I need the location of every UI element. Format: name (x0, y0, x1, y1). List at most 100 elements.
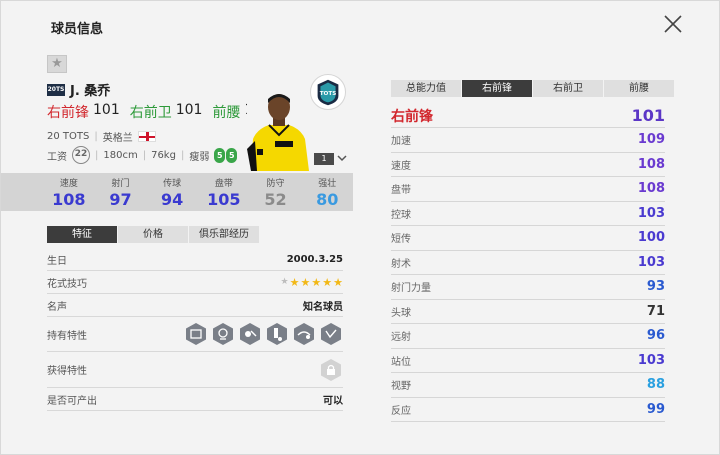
stat-pace: 速度 108 (52, 179, 86, 209)
star-empty-icon: ★ (280, 277, 289, 287)
attribute-label: 盘带 (391, 185, 411, 197)
height: 180cm (103, 149, 138, 161)
position-name: 右前锋 (47, 105, 89, 121)
info-row-acquired: 获得特性 (47, 352, 343, 388)
attribute-value: 108 (637, 156, 665, 172)
position-value: 101 (175, 102, 203, 118)
attribute-row: 盘带 108 (391, 177, 665, 202)
info-row-birth: 生日 2000.3.25 (47, 248, 343, 271)
position-rating-label: 右前锋 (391, 108, 433, 125)
info-tabs: 特征 价格 俱乐部经历 (47, 226, 259, 243)
position-rating-value: 101 (631, 106, 665, 125)
attribute-row: 控球 103 (391, 202, 665, 226)
level-badge[interactable]: 1 (314, 153, 334, 165)
close-icon[interactable] (662, 13, 684, 35)
chevron-down-icon[interactable] (337, 153, 347, 163)
attribute-label: 控球 (391, 209, 411, 221)
attribute-row: 视野 88 (391, 373, 665, 398)
info-row-skill: 花式技巧 ★ ★ ★ ★ ★ ★ (47, 271, 343, 294)
season-label: 20 TOTS (47, 131, 90, 142)
tab-rw[interactable]: 右前锋 (462, 80, 532, 97)
attribute-list: 加速 109 速度 108 盘带 108 控球 103 短传 100 射术 103 射门力量 93 头球 71… (391, 128, 665, 422)
tab-club-history[interactable]: 俱乐部经历 (189, 226, 259, 243)
attribute-value: 109 (637, 132, 665, 148)
player-name-row: 20TS J. 桑乔 (47, 80, 110, 99)
attribute-row: 射门力量 93 (391, 275, 665, 300)
star-filled-icon: ★ (322, 275, 333, 289)
attribute-value: 93 (646, 279, 665, 295)
tab-traits[interactable]: 特征 (47, 226, 117, 243)
trait-2-icon[interactable] (211, 322, 235, 346)
player-info-panel: 球员信息 ★ 20TS J. 桑乔 右前锋 101 右前卫 101 前腰 100… (0, 0, 720, 455)
page-title: 球员信息 (51, 22, 104, 37)
weak-foot-right: 5 (226, 147, 238, 163)
position-name: 右前卫 (129, 105, 172, 121)
attribute-label: 速度 (391, 160, 411, 172)
nationality: 英格兰 (102, 133, 133, 144)
trait-4-icon[interactable] (265, 322, 289, 346)
stat-shooting: 射门 97 (109, 179, 132, 209)
weight: 76kg (151, 149, 176, 161)
stat-dribbling: 盘带 105 (207, 179, 241, 209)
attribute-row: 短传 100 (391, 226, 665, 251)
salary-label: 工资 (47, 151, 67, 163)
attribute-row: 头球 71 (391, 300, 665, 324)
attribute-row: 站位 103 (391, 349, 665, 373)
attribute-label: 加速 (391, 136, 411, 148)
position-rating-item: 右前卫 101 (130, 102, 203, 122)
position-value: 101 (93, 102, 120, 118)
attribute-label: 远射 (391, 332, 411, 344)
tab-overall[interactable]: 总能力值 (391, 80, 461, 97)
trait-6-icon[interactable] (319, 322, 343, 346)
attribute-label: 射术 (391, 258, 411, 270)
attribute-row: 加速 109 (391, 128, 665, 153)
position-rating-header: 右前锋 101 (391, 104, 665, 128)
stat-physical: 强壮 80 (316, 179, 339, 209)
info-row-fame: 名声 知名球员 (47, 294, 343, 317)
attribute-row: 远射 96 (391, 324, 665, 349)
attribute-label: 站位 (391, 356, 411, 368)
tab-rm[interactable]: 右前卫 (533, 80, 603, 97)
star-filled-icon: ★ (311, 275, 322, 289)
trait-5-icon[interactable] (292, 322, 316, 346)
tab-price[interactable]: 价格 (118, 226, 188, 243)
player-photo (247, 89, 311, 171)
attribute-row: 速度 108 (391, 153, 665, 177)
rating-tabs: 总能力值 右前锋 右前卫 前腰 (391, 80, 674, 97)
info-row-traits: 持有特性 (47, 317, 343, 352)
attribute-row: 射术 103 (391, 251, 665, 275)
star-filled-icon: ★ (333, 275, 343, 289)
attribute-value: 71 (646, 303, 665, 319)
position-ratings: 右前锋 101 右前卫 101 前腰 100 (47, 102, 271, 122)
svg-text:TOTS: TOTS (320, 91, 337, 97)
attribute-row: 反应 99 (391, 398, 665, 422)
attribute-label: 射门力量 (391, 283, 431, 295)
lock-icon (321, 358, 341, 381)
tots-emblem-icon: TOTS (310, 74, 346, 110)
tab-cam[interactable]: 前腰 (604, 80, 674, 97)
star-filled-icon: ★ (300, 275, 311, 289)
season-badge: 20TS (47, 83, 65, 96)
trait-1-icon[interactable] (184, 322, 208, 346)
attribute-label: 反应 (391, 405, 411, 417)
weak-foot-left: 5 (214, 147, 226, 163)
trait-icons (184, 322, 343, 346)
attribute-value: 103 (637, 352, 665, 368)
salary-badge: 22 (72, 146, 90, 164)
info-table: 生日 2000.3.25 花式技巧 ★ ★ ★ ★ ★ ★ 名声 知名球员 持有… (47, 248, 343, 411)
info-row-producible: 是否可产出 可以 (47, 388, 343, 411)
build: 瘦弱 (189, 151, 210, 163)
position-rating-item: 右前锋 101 (47, 102, 120, 122)
stat-defending: 防守 52 (264, 179, 287, 209)
player-name: J. 桑乔 (70, 84, 111, 99)
position-name: 前腰 (212, 105, 241, 121)
attribute-value: 100 (637, 230, 665, 246)
summary-stats: 速度 108 射门 97 传球 94 盘带 105 防守 52 强壮 80 (1, 173, 353, 211)
physical-info-row: 工资 22 | 180cm | 76kg | 瘦弱 5 5 (47, 146, 238, 164)
favorite-star-button[interactable]: ★ (47, 55, 67, 73)
skill-stars: ★ ★ ★ ★ ★ ★ (281, 276, 343, 289)
attribute-label: 短传 (391, 234, 411, 246)
england-flag-icon (137, 131, 156, 142)
season-nationality-row: 20 TOTS | 英格兰 (47, 129, 156, 144)
trait-3-icon[interactable] (238, 322, 262, 346)
